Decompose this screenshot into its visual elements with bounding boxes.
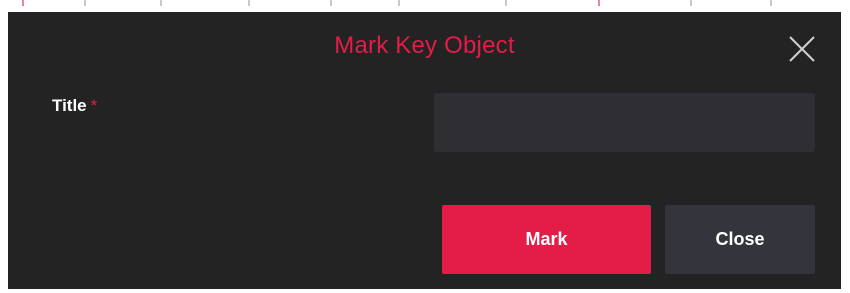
background-glyph	[398, 0, 400, 6]
close-icon[interactable]	[787, 34, 817, 64]
background-glyph	[248, 0, 250, 6]
mark-button[interactable]: Mark	[442, 205, 651, 274]
background-page-strip	[0, 0, 850, 12]
background-glyph	[505, 0, 507, 6]
mark-key-object-dialog: Mark Key Object Title * Mark Close	[8, 12, 841, 289]
background-glyph	[598, 0, 600, 6]
close-button[interactable]: Close	[665, 205, 815, 274]
title-input[interactable]	[434, 93, 815, 152]
background-glyph	[84, 0, 86, 6]
background-glyph	[770, 0, 772, 6]
dialog-title: Mark Key Object	[334, 32, 515, 59]
background-glyph	[330, 0, 332, 6]
required-marker: *	[90, 96, 98, 115]
title-field-label: Title *	[52, 96, 97, 116]
title-label-text: Title	[52, 96, 87, 115]
background-glyph	[690, 0, 692, 6]
background-glyph	[160, 0, 162, 6]
background-glyph	[22, 0, 24, 6]
